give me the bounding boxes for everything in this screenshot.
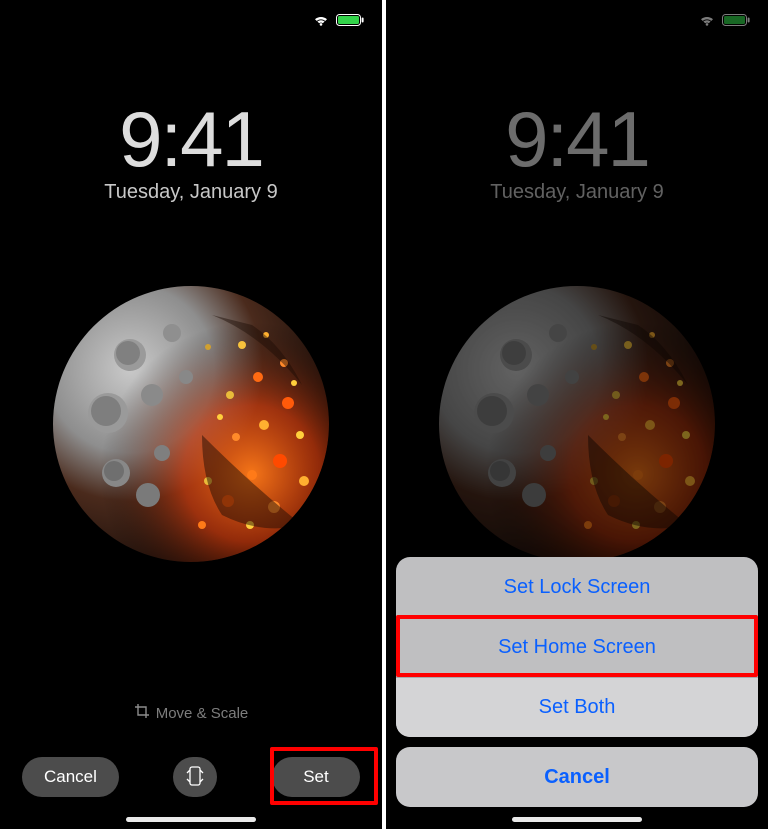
battery-icon <box>336 14 364 26</box>
move-scale-label: Move & Scale <box>156 705 249 722</box>
clock-date: Tuesday, January 9 <box>386 181 768 204</box>
home-indicator[interactable] <box>512 817 642 822</box>
set-wallpaper-action-sheet: Set Lock Screen Set Home Screen Set Both… <box>396 557 758 807</box>
status-bar <box>314 14 364 26</box>
action-sheet-cancel-button[interactable]: Cancel <box>396 747 758 807</box>
battery-icon <box>722 14 750 26</box>
set-lock-screen-option[interactable]: Set Lock Screen <box>396 557 758 617</box>
crop-icon <box>134 703 150 723</box>
cancel-button[interactable]: Cancel <box>22 757 119 797</box>
home-indicator[interactable] <box>126 817 256 822</box>
set-button[interactable]: Set <box>272 757 360 797</box>
wallpaper-image[interactable] <box>52 285 330 563</box>
wifi-icon <box>314 15 328 26</box>
preview-button-row: Cancel Set <box>0 757 382 797</box>
wallpaper-preview-screen: 9:41 Tuesday, January 9 Move & Scale Can… <box>0 0 382 829</box>
status-bar <box>700 14 750 26</box>
action-sheet-options: Set Lock Screen Set Home Screen Set Both <box>396 557 758 737</box>
action-sheet-cancel-group: Cancel <box>396 747 758 807</box>
set-both-option[interactable]: Set Both <box>396 677 758 737</box>
wifi-icon <box>700 15 714 26</box>
lock-clock: 9:41 Tuesday, January 9 <box>0 94 382 204</box>
set-home-screen-option[interactable]: Set Home Screen <box>396 617 758 677</box>
lock-clock: 9:41 Tuesday, January 9 <box>386 94 768 204</box>
clock-time: 9:41 <box>386 94 768 185</box>
perspective-toggle-button[interactable] <box>173 757 217 797</box>
perspective-icon <box>186 766 204 789</box>
move-and-scale-hint: Move & Scale <box>0 703 382 723</box>
wallpaper-set-options-screen: 9:41 Tuesday, January 9 Move & Scale Set… <box>386 0 768 829</box>
wallpaper-image <box>438 285 716 563</box>
clock-time: 9:41 <box>0 94 382 185</box>
clock-date: Tuesday, January 9 <box>0 181 382 204</box>
